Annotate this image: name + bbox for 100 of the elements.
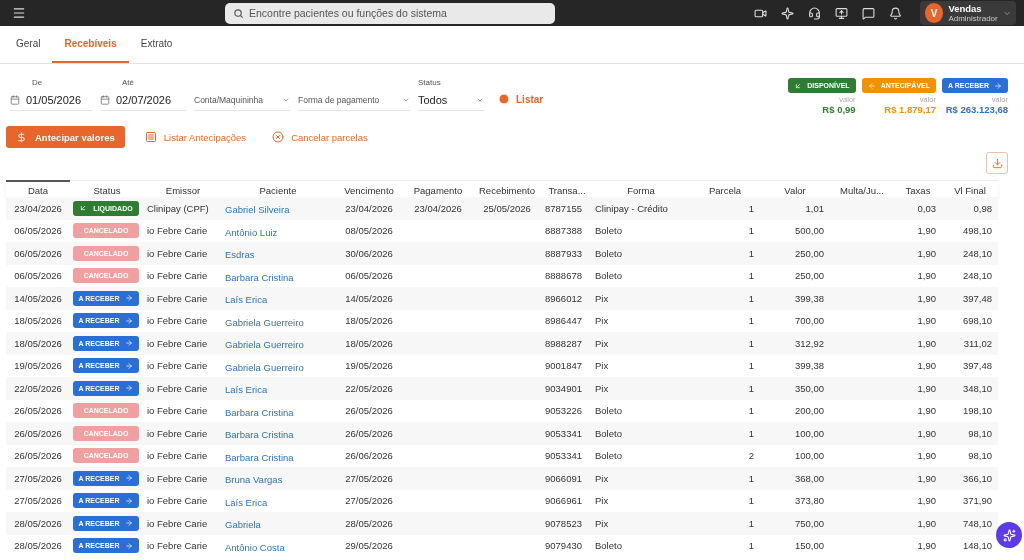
search-field[interactable]: Encontre pacientes ou funções do sistema [225,2,555,24]
column-header[interactable]: Status [70,180,144,198]
chat-icon[interactable] [862,6,875,20]
table-cell-text: 250,00 [793,247,825,259]
table-cell-text: 399,38 [793,292,825,304]
table-cell-text: 22/05/2026 [13,382,63,394]
monitor-icon[interactable] [835,6,848,20]
user-menu[interactable]: V Vendas Administrador [920,1,1016,25]
column-header[interactable]: Vencimento [334,180,404,198]
table-cell-text: 18/05/2026 [344,337,394,349]
table-cell-text: 373,80 [793,495,825,507]
date-field[interactable]: 01/05/2026 [10,90,92,111]
table-cell-text: 1,90 [916,247,937,259]
table-cell-text: 1,90 [916,405,937,417]
patient-link[interactable]: Barbara Cristina [222,451,294,463]
select-field[interactable]: Conta/Maquininha [194,90,290,111]
patient-link[interactable]: Gabriela Guerreiro [222,316,304,328]
patient-link[interactable]: Laís Erica [222,294,268,306]
table-cell-text: 06/05/2026 [13,225,63,237]
patient-link[interactable]: Gabriel Silveira [222,204,290,216]
table-cell-text: 750,00 [793,517,825,529]
table-cell-text: 27/05/2026 [344,472,394,484]
table-cell-text: 250,00 [793,270,825,282]
summary-amount: R$ 263.123,68 [945,104,1008,115]
table-cell-text: 1 [747,517,755,529]
column-header[interactable]: Transa... [542,180,592,198]
patient-link[interactable]: Barbara Cristina [222,406,294,418]
patient-link[interactable]: Antônio Luiz [222,226,278,238]
table-cell-text: Boleto [594,247,623,259]
table-cell-text: 1 [747,270,755,282]
table-cell-text: 8966012 [544,292,583,304]
table-cell-text: Boleto [594,427,623,439]
table-cell-text: 0,98 [972,202,993,214]
table-cell-text: Boleto [594,450,623,462]
table-cell-text: 700,00 [793,315,825,327]
select-field[interactable]: Todos [418,90,484,111]
table-cell-text: io Febre Carie [146,540,209,552]
patient-link[interactable]: Gabriela [222,519,261,531]
table-cell-text: 350,00 [793,382,825,394]
tab[interactable]: Extrato [128,26,185,63]
table-cell-text: 1 [747,472,755,484]
date-field[interactable]: 02/07/2026 [100,90,186,111]
table-cell-text: 26/05/2026 [13,450,63,462]
table-cell-text: 248,10 [961,270,993,282]
table-cell-text: 312,92 [793,337,825,349]
headset-icon[interactable] [808,6,821,20]
select-field[interactable]: Forma de pagamento [298,90,410,111]
table-cell-text: 1 [747,540,755,552]
table-cell-text: 08/05/2026 [344,225,394,237]
patient-link[interactable]: Barbara Cristina [222,429,294,441]
column-header[interactable]: Parcela [690,180,760,198]
chevron-down-icon [402,96,410,104]
table-cell-text: io Febre Carie [146,337,209,349]
table-cell-text: 1,90 [916,270,937,282]
patient-link[interactable]: Antônio Costa [222,541,285,553]
field-label: De [32,78,44,89]
column-header[interactable]: Recebimento [472,180,542,198]
patient-link[interactable]: Gabriela Guerreiro [222,339,304,351]
column-header[interactable]: Multa/Ju... [830,180,894,198]
table-cell-text: 9066961 [544,495,583,507]
table-cell-text: 1,90 [916,540,937,552]
tab[interactable]: Geral [4,26,53,63]
calendar-icon [10,95,20,105]
column-header[interactable]: Vl Final [942,180,998,198]
column-header[interactable]: Paciente [222,180,334,198]
column-header[interactable]: Valor [760,180,830,198]
column-header[interactable]: Forma [592,180,690,198]
bell-icon[interactable] [889,6,902,20]
table-cell-text: Pix [594,517,610,529]
table-cell-text: 28/05/2026 [13,517,63,529]
patient-link[interactable]: Barbara Cristina [222,271,294,283]
table-cell-text: 248,10 [961,247,993,259]
column-header[interactable]: Emissor [144,180,222,198]
patient-link[interactable]: Laís Erica [222,384,268,396]
column-header[interactable]: Taxas [894,180,942,198]
action-link[interactable]: Listar Antecipações [138,130,253,144]
download-button[interactable] [986,152,1008,174]
patient-link[interactable]: Gabriela Guerreiro [222,361,304,373]
table-cell-text: 9078523 [544,517,583,529]
table-cell-text: 30/06/2026 [344,247,394,259]
arrow-left-icon [867,81,876,90]
chevron-down-icon [282,96,290,104]
table-cell-text: 100,00 [793,450,825,462]
user-name: Vendas [948,3,983,14]
table-cell-text: 29/05/2026 [344,540,394,552]
sparkle-icon[interactable] [781,6,794,20]
patient-link[interactable]: Esdras [222,249,255,261]
patient-link[interactable]: Bruna Vargas [222,474,283,486]
table-cell-text: 06/05/2026 [344,270,394,282]
table-cell-text: 1 [747,202,755,214]
table-cell-text: io Febre Carie [146,270,209,282]
menu-icon[interactable] [12,6,26,20]
table-cell-text: Pix [594,315,610,327]
assistant-button[interactable] [996,522,1022,548]
table-cell-text: 18/05/2026 [344,315,394,327]
column-header[interactable]: Pagamento [404,180,472,198]
action-link[interactable]: Cancelar parcelas [266,130,374,144]
table-cell-text: 28/05/2026 [344,517,394,529]
table-cell-text: 26/05/2026 [13,427,63,439]
patient-link[interactable]: Laís Erica [222,496,268,508]
